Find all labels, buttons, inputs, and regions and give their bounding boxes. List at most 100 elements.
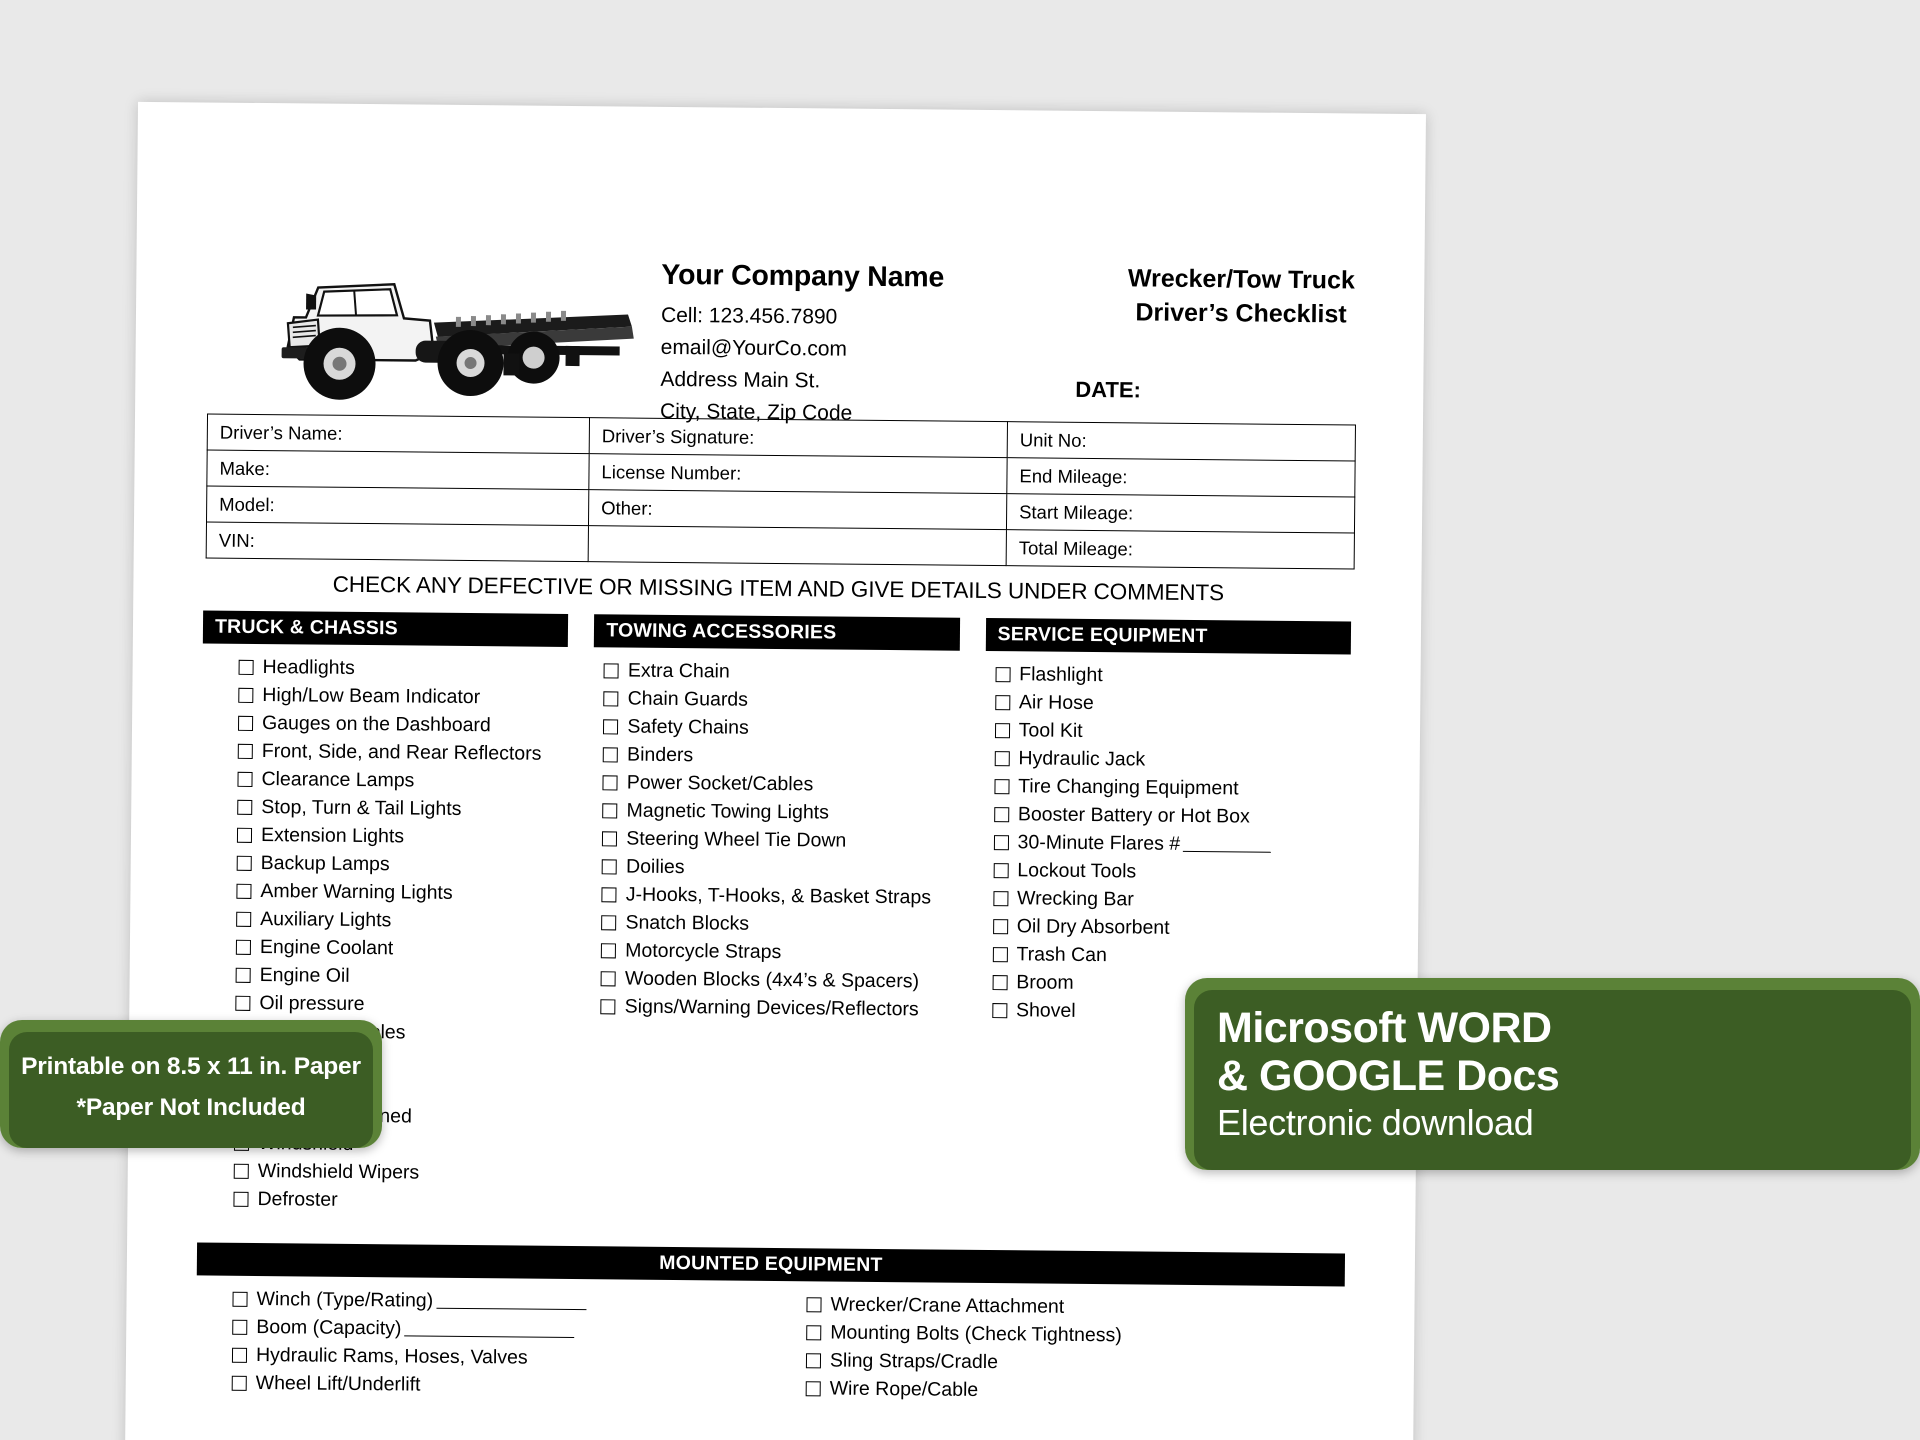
checklist-item[interactable]: Engine Oil	[235, 961, 566, 992]
checkbox-icon[interactable]	[602, 774, 618, 790]
cell-license-number[interactable]: License Number:	[588, 453, 1008, 494]
checkbox-icon[interactable]	[236, 883, 252, 899]
checklist-item[interactable]: Binders	[603, 740, 959, 771]
checkbox-icon[interactable]	[237, 743, 253, 759]
checkbox-icon[interactable]	[601, 858, 618, 874]
checkbox-icon[interactable]	[233, 1163, 249, 1179]
checkbox-icon[interactable]	[232, 1291, 248, 1307]
checklist-item[interactable]: Headlights	[238, 653, 568, 684]
checklist-item[interactable]: Wheel Lift/Underlift	[231, 1369, 770, 1402]
checkbox-icon[interactable]	[601, 942, 617, 958]
checkbox-icon[interactable]	[603, 746, 619, 762]
checklist-item[interactable]: Hydraulic Jack	[994, 744, 1350, 775]
fill-in-blank-line[interactable]	[1183, 836, 1272, 853]
cell-make[interactable]: Make:	[206, 449, 590, 490]
checkbox-icon[interactable]	[235, 967, 251, 983]
checkbox-icon[interactable]	[603, 718, 619, 734]
checkbox-icon[interactable]	[601, 914, 617, 930]
checkbox-icon[interactable]	[231, 1347, 248, 1363]
checkbox-icon[interactable]	[805, 1380, 821, 1396]
cell-vin[interactable]: VIN:	[206, 521, 589, 562]
checkbox-icon[interactable]	[231, 1375, 247, 1391]
checklist-item[interactable]: Snatch Blocks	[601, 908, 957, 939]
checkbox-icon[interactable]	[238, 687, 254, 703]
checklist-item[interactable]: Wrecking Bar	[993, 884, 1349, 915]
fill-in-blank-line[interactable]	[436, 1293, 587, 1310]
checklist-item[interactable]: Amber Warning Lights	[236, 877, 566, 908]
cell-total-mileage[interactable]: Total Mileage:	[1006, 529, 1355, 570]
checkbox-icon[interactable]	[236, 911, 252, 927]
checkbox-icon[interactable]	[238, 659, 254, 675]
cell-other[interactable]: Other:	[588, 489, 1007, 530]
cell-end-mileage[interactable]: End Mileage:	[1006, 457, 1356, 498]
checkbox-icon[interactable]	[235, 995, 251, 1011]
checkbox-icon[interactable]	[805, 1352, 822, 1368]
cell-start-mileage[interactable]: Start Mileage:	[1006, 493, 1355, 534]
checklist-item[interactable]: Doilies	[601, 852, 958, 883]
checklist-item[interactable]: Flashlight	[995, 660, 1351, 691]
checklist-item[interactable]: Chain Guards	[603, 684, 960, 715]
checklist-item[interactable]: Stop, Turn & Tail Lights	[237, 793, 567, 824]
fill-in-blank-line[interactable]	[404, 1320, 575, 1338]
checkbox-icon[interactable]	[806, 1324, 822, 1340]
checkbox-icon[interactable]	[991, 1002, 1008, 1018]
checkbox-icon[interactable]	[993, 806, 1009, 822]
checklist-item[interactable]: Tool Kit	[994, 716, 1351, 747]
checkbox-icon[interactable]	[994, 722, 1010, 738]
checklist-item[interactable]: Clearance Lamps	[237, 765, 567, 796]
checklist-item[interactable]: Gauges on the Dashboard	[238, 709, 568, 740]
checkbox-icon[interactable]	[600, 970, 617, 986]
checkbox-icon[interactable]	[993, 834, 1009, 850]
checkbox-icon[interactable]	[232, 1319, 248, 1335]
checklist-item[interactable]: Motorcycle Straps	[601, 936, 957, 967]
checkbox-icon[interactable]	[602, 802, 618, 818]
checkbox-icon[interactable]	[993, 862, 1009, 878]
checklist-item[interactable]: Extension Lights	[236, 821, 567, 852]
checkbox-icon[interactable]	[992, 946, 1008, 962]
checklist-item[interactable]: Booster Battery or Hot Box	[993, 800, 1350, 831]
cell-empty[interactable]	[588, 525, 1007, 566]
checkbox-icon[interactable]	[994, 694, 1011, 710]
checklist-item[interactable]: Tire Changing Equipment	[994, 772, 1350, 803]
checklist-item[interactable]: 30-Minute Flares #	[993, 828, 1349, 859]
checkbox-icon[interactable]	[235, 939, 251, 955]
checklist-item[interactable]: Front, Side, and Rear Reflectors	[237, 737, 568, 768]
checkbox-icon[interactable]	[602, 830, 618, 846]
checklist-item[interactable]: Signs/Warning Devices/Reflectors	[600, 992, 957, 1023]
checklist-item[interactable]: Oil pressure	[235, 989, 565, 1020]
checkbox-icon[interactable]	[993, 890, 1009, 906]
cell-unit-no[interactable]: Unit No:	[1007, 421, 1356, 462]
checklist-item[interactable]: Trash Can	[992, 940, 1348, 971]
checkbox-icon[interactable]	[994, 778, 1010, 794]
checklist-item[interactable]: High/Low Beam Indicator	[238, 681, 568, 712]
checklist-item[interactable]: Wooden Blocks (4x4’s & Spacers)	[600, 964, 957, 995]
checklist-item[interactable]: Steering Wheel Tie Down	[602, 824, 958, 855]
checkbox-icon[interactable]	[806, 1296, 822, 1312]
checkbox-icon[interactable]	[237, 771, 253, 787]
checklist-item[interactable]: Power Socket/Cables	[602, 768, 959, 799]
checkbox-icon[interactable]	[238, 715, 254, 731]
checkbox-icon[interactable]	[992, 974, 1008, 990]
checklist-item[interactable]: Magnetic Towing Lights	[602, 796, 958, 827]
checklist-item[interactable]: J-Hooks, T-Hooks, & Basket Straps	[601, 880, 958, 911]
checklist-item[interactable]: Air Hose	[994, 688, 1351, 719]
checklist-item[interactable]: Engine Coolant	[235, 933, 566, 964]
checkbox-icon[interactable]	[233, 1191, 249, 1207]
checkbox-icon[interactable]	[992, 918, 1008, 934]
checkbox-icon[interactable]	[237, 799, 253, 815]
checkbox-icon[interactable]	[603, 690, 619, 706]
checklist-item[interactable]: Defroster	[233, 1185, 563, 1216]
checkbox-icon[interactable]	[600, 998, 616, 1014]
cell-model[interactable]: Model:	[206, 485, 589, 526]
checkbox-icon[interactable]	[994, 750, 1010, 766]
checkbox-icon[interactable]	[603, 662, 619, 678]
checkbox-icon[interactable]	[601, 886, 617, 902]
checkbox-icon[interactable]	[236, 827, 253, 843]
checklist-item[interactable]: Extra Chain	[603, 656, 960, 687]
checklist-item[interactable]: Lockout Tools	[993, 856, 1349, 887]
checklist-item[interactable]: Safety Chains	[603, 712, 959, 743]
checklist-item[interactable]: Oil Dry Absorbent	[992, 912, 1349, 943]
checklist-item[interactable]: Windshield Wipers	[233, 1157, 564, 1188]
checklist-item[interactable]: Wire Rope/Cable	[805, 1374, 1344, 1407]
checkbox-icon[interactable]	[995, 666, 1011, 682]
